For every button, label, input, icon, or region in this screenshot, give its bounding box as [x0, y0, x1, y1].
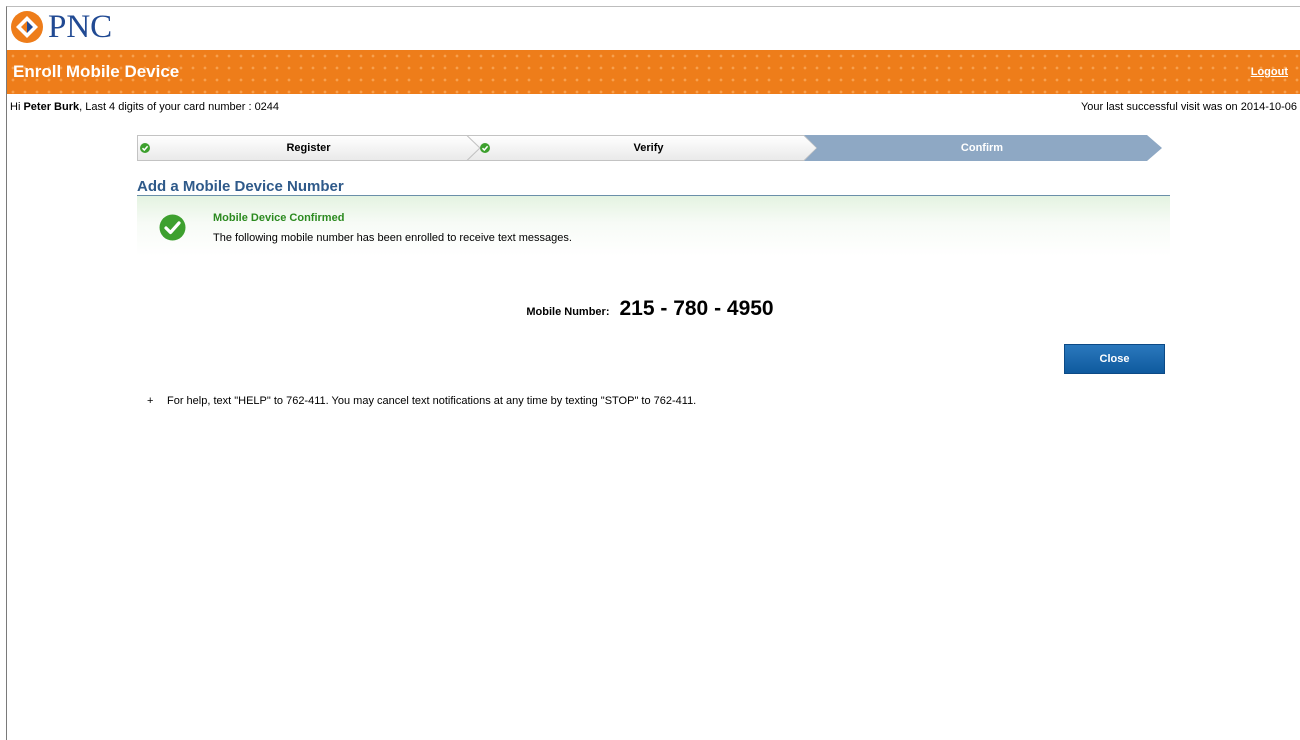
step-confirm: Confirm: [817, 135, 1147, 161]
progress-steps: Register Verify Confirm: [137, 135, 1162, 161]
confirmation-heading: Mobile Device Confirmed: [213, 212, 345, 224]
help-bullet: +: [147, 395, 154, 407]
section-title: Add a Mobile Device Number: [137, 178, 344, 195]
mobile-number-value: 215 - 780 - 4950: [619, 297, 774, 320]
pnc-logo-text: PNC: [48, 9, 113, 45]
mobile-number-label: Mobile Number:: [526, 306, 610, 318]
page-title: Enroll Mobile Device: [13, 62, 180, 81]
step-label: Confirm: [960, 142, 1004, 154]
step-label: Register: [286, 142, 331, 154]
pnc-logo-icon: [11, 11, 43, 43]
card-digits-text: , Last 4 digits of your card number : 02…: [79, 101, 280, 113]
logout-link[interactable]: Logout: [1251, 66, 1288, 78]
check-icon: [480, 143, 490, 153]
check-icon: [140, 143, 150, 153]
step-verify: Verify: [480, 135, 817, 161]
confirmation-panel: [137, 196, 1170, 256]
mobile-number-row: Mobile Number: 215 - 780 - 4950: [0, 297, 1300, 321]
header-banner: Enroll Mobile Device Logout: [7, 50, 1300, 94]
pnc-logo: PNC: [10, 10, 112, 44]
confirmation-message: The following mobile number has been enr…: [213, 232, 572, 244]
close-button[interactable]: Close: [1064, 344, 1165, 374]
help-text: For help, text "HELP" to 762-411. You ma…: [167, 395, 697, 407]
last-visit-text: Your last successful visit was on 2014-1…: [1080, 101, 1297, 113]
step-label: Verify: [633, 142, 664, 154]
help-note: + For help, text "HELP" to 762-411. You m…: [147, 395, 696, 407]
step-register: Register: [137, 135, 480, 161]
user-info: Hi Peter Burk, Last 4 digits of your car…: [10, 101, 279, 113]
success-check-icon: [159, 214, 186, 241]
user-name: Peter Burk: [23, 101, 80, 113]
greeting-prefix: Hi: [10, 101, 24, 113]
